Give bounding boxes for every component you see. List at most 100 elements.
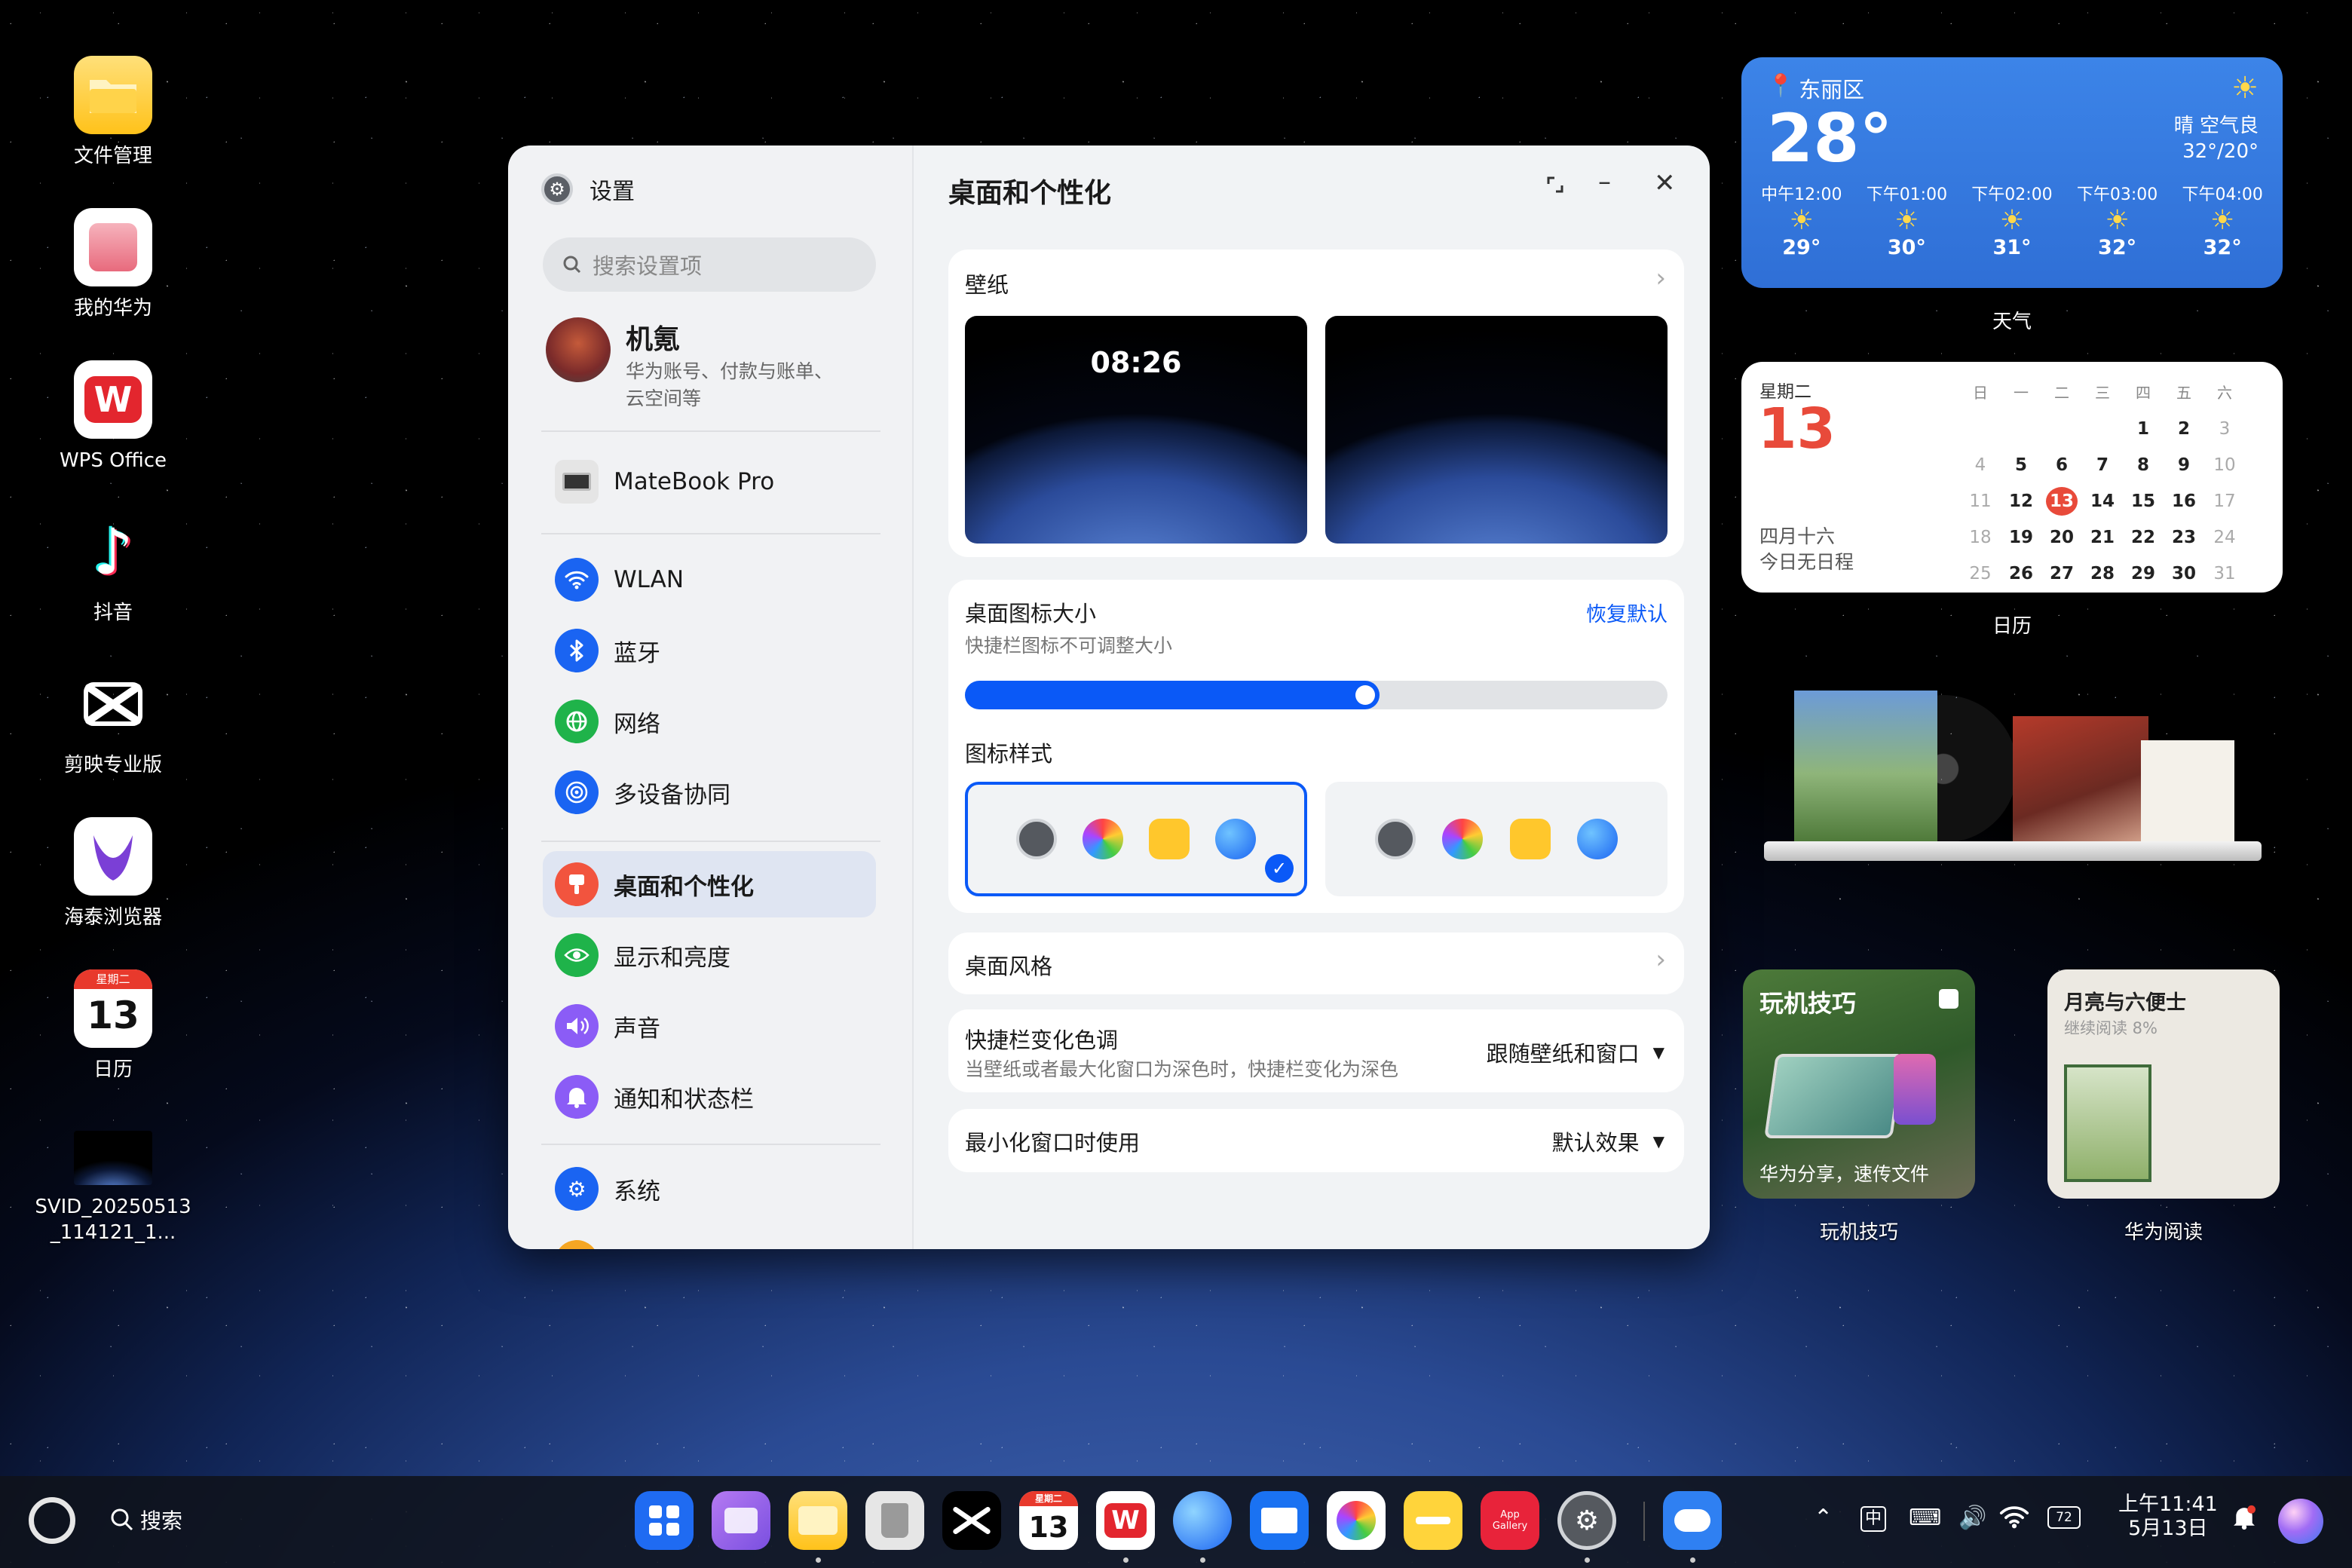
calendar-date-cell[interactable]: 16 [2164, 487, 2204, 516]
calendar-date-cell[interactable]: 6 [2041, 451, 2082, 479]
calendar-date-cell[interactable]: 18 [1960, 523, 2001, 552]
calendar-date-cell[interactable]: 23 [2164, 523, 2204, 552]
notification-button[interactable] [2233, 1505, 2256, 1536]
taskbar-recycle-bin[interactable] [865, 1491, 924, 1550]
sidebar-item-display[interactable]: 显示和亮度 [543, 922, 876, 988]
calendar-date-cell[interactable]: 22 [2123, 523, 2164, 552]
reset-default-button[interactable]: 恢复默认 [1586, 598, 1668, 627]
calendar-widget[interactable]: 星期二 13 四月十六 今日无日程 日一二三四五六 1 2 3 4 5 6 7 8 9 10 11 12… [1741, 362, 2283, 593]
calendar-date-cell[interactable]: 31 [2204, 559, 2245, 588]
calendar-date-cell[interactable]: 10 [2204, 451, 2245, 479]
calendar-date-cell[interactable] [1960, 415, 2001, 443]
taskbar-settings[interactable]: ⚙ [1557, 1491, 1616, 1550]
dock-color-row[interactable]: 快捷栏变化色调 当壁纸或者最大化窗口为深色时，快捷栏变化为深色 跟随壁纸和窗口 … [948, 1009, 1684, 1092]
calendar-date-cell[interactable] [2082, 415, 2123, 443]
battery-indicator[interactable]: 72 [2047, 1506, 2081, 1529]
sidebar-item-network[interactable]: 网络 [543, 688, 876, 755]
desktop-icon-douyin[interactable]: ♪ 抖音 [30, 513, 196, 626]
calendar-date-cell[interactable]: 14 [2082, 487, 2123, 516]
calendar-date-cell[interactable]: 11 [1960, 487, 2001, 516]
calendar-date-cell[interactable]: 12 [2001, 487, 2041, 516]
tray-expand-button[interactable]: ⌃ [1814, 1505, 1833, 1531]
input-method-indicator[interactable]: 中 [1860, 1506, 1886, 1532]
calendar-date-cell[interactable] [2041, 415, 2082, 443]
calendar-date-cell[interactable]: 29 [2123, 559, 2164, 588]
sidebar-item-system[interactable]: ⚙ 系统 [543, 1156, 876, 1222]
desktop-icon-file-manager[interactable]: 文件管理 [30, 56, 196, 169]
sidebar-item-multi-device[interactable]: 多设备协同 [543, 759, 876, 825]
keyboard-button[interactable]: ⌨ [1909, 1505, 1941, 1531]
calendar-date-cell[interactable]: 13 [2046, 487, 2078, 516]
tips-widget[interactable]: 玩机技巧 华为分享，速传文件 [1743, 969, 1975, 1199]
sidebar-item-sound[interactable]: 声音 [543, 993, 876, 1059]
calendar-date-cell[interactable]: 15 [2123, 487, 2164, 516]
calendar-date-cell[interactable]: 26 [2001, 559, 2041, 588]
minimize-button[interactable]: – [1598, 167, 1611, 197]
calendar-date-cell[interactable]: 5 [2001, 451, 2041, 479]
taskbar-capcut[interactable] [942, 1491, 1001, 1550]
icon-style-option-1[interactable]: ✓ [965, 782, 1307, 896]
assistant-button[interactable] [2278, 1499, 2323, 1544]
calendar-date-cell[interactable]: 25 [1960, 559, 2001, 588]
calendar-date-cell[interactable]: 24 [2204, 523, 2245, 552]
restore-window-button[interactable] [1544, 173, 1566, 203]
chevron-right-icon[interactable]: › [1655, 263, 1666, 293]
calendar-date-cell[interactable]: 9 [2164, 451, 2204, 479]
reading-widget[interactable]: 月亮与六便士 继续阅读 8% [2047, 969, 2280, 1199]
taskbar-file-manager[interactable] [789, 1491, 847, 1550]
account-entry[interactable]: 机氪 华为账号、付款与账单、 云空间等 [546, 317, 833, 411]
settings-search-input[interactable]: 搜索设置项 [543, 237, 876, 292]
taskbar-app-launcher[interactable] [635, 1491, 694, 1550]
sidebar-item-wlan[interactable]: WLAN [543, 547, 876, 613]
calendar-date-cell[interactable]: 1 [2123, 415, 2164, 443]
calendar-date-cell[interactable]: 20 [2041, 523, 2082, 552]
icon-size-slider[interactable] [965, 681, 1668, 709]
calendar-date-cell[interactable]: 4 [1960, 451, 2001, 479]
calendar-date-cell[interactable]: 7 [2082, 451, 2123, 479]
home-screen-wallpaper-preview[interactable] [1325, 316, 1668, 544]
taskbar-gallery[interactable] [1327, 1491, 1386, 1550]
start-button[interactable] [29, 1497, 75, 1544]
desktop-icon-video-file[interactable]: SVID_20250513_114121_1... [30, 1131, 196, 1245]
taskbar-weather[interactable] [1663, 1491, 1722, 1550]
desktop-icon-wps[interactable]: W WPS Office [30, 360, 196, 473]
calendar-date-cell[interactable]: 19 [2001, 523, 2041, 552]
sidebar-item-bluetooth[interactable]: 蓝牙 [543, 617, 876, 684]
desktop-icon-browser[interactable]: 海泰浏览器 [30, 817, 196, 930]
close-button[interactable]: ✕ [1654, 168, 1676, 198]
taskbar-mail[interactable] [1250, 1491, 1309, 1550]
calendar-date-cell[interactable]: 2 [2164, 415, 2204, 443]
sidebar-item-device[interactable]: MateBook Pro [543, 449, 876, 515]
volume-button[interactable]: 🔊 [1958, 1505, 1986, 1531]
minimize-effect-row[interactable]: 最小化窗口时使用 默认效果 ▼ [948, 1109, 1684, 1172]
wifi-button[interactable] [1999, 1505, 2029, 1535]
lock-screen-wallpaper-preview[interactable]: 08:26 [965, 316, 1307, 544]
calendar-date-cell[interactable]: 28 [2082, 559, 2123, 588]
taskbar-browser[interactable] [1173, 1491, 1232, 1550]
icon-style-option-2[interactable] [1325, 782, 1668, 896]
calendar-date-cell[interactable]: 21 [2082, 523, 2123, 552]
dock-color-dropdown[interactable]: 跟随壁纸和窗口 ▼ [1487, 1037, 1664, 1068]
slider-handle[interactable] [1355, 685, 1375, 705]
taskbar-search[interactable]: 搜索 [110, 1505, 182, 1535]
wallpaper-title[interactable]: 壁纸 [965, 268, 1009, 299]
sidebar-item-desktop-personalization[interactable]: 桌面和个性化 [543, 851, 876, 917]
music-shelf-widget[interactable] [1764, 691, 2262, 864]
weather-widget[interactable]: 📍 东丽区 28° ☀ 晴 空气良 32°/20° 中午12:00 ☀ 29° 下午0… [1741, 57, 2283, 288]
taskbar-multitask[interactable] [712, 1491, 770, 1550]
calendar-date-cell[interactable]: 8 [2123, 451, 2164, 479]
clock[interactable]: 上午11:41 5月13日 [2118, 1493, 2218, 1541]
taskbar-calendar[interactable]: 星期二 13 [1019, 1491, 1078, 1550]
taskbar-wps[interactable]: W [1096, 1491, 1155, 1550]
desktop-icon-capcut[interactable]: 剪映专业版 [30, 665, 196, 778]
calendar-date-cell[interactable]: 30 [2164, 559, 2204, 588]
calendar-date-cell[interactable]: 27 [2041, 559, 2082, 588]
desktop-icon-my-huawei[interactable]: 我的华为 [30, 208, 196, 321]
taskbar-app-gallery[interactable]: App Gallery [1481, 1491, 1539, 1550]
desktop-icon-calendar[interactable]: 星期二 13 日历 [30, 969, 196, 1083]
taskbar-notes[interactable] [1404, 1491, 1462, 1550]
desktop-style-row[interactable]: 桌面风格 › [948, 933, 1684, 994]
minimize-effect-dropdown[interactable]: 默认效果 ▼ [1552, 1125, 1664, 1157]
calendar-date-cell[interactable] [2001, 415, 2041, 443]
calendar-date-cell[interactable]: 17 [2204, 487, 2245, 516]
